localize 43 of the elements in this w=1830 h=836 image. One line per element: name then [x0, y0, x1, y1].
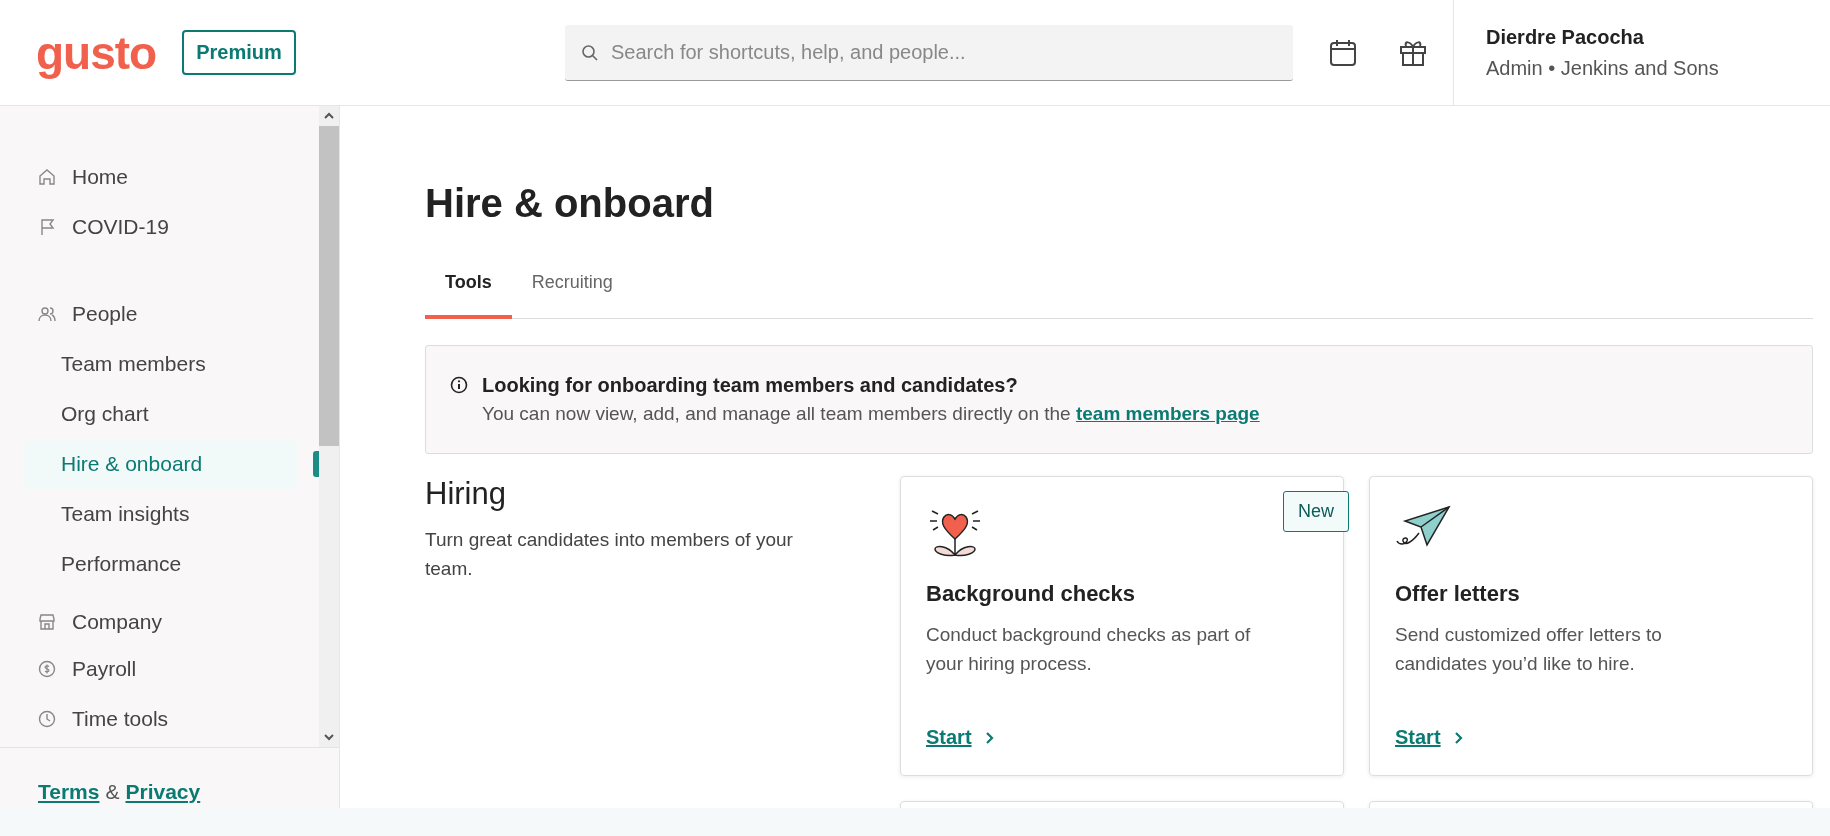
user-company: Admin • Jenkins and Sons: [1486, 56, 1719, 80]
clock-icon: [38, 710, 56, 728]
start-link[interactable]: Start: [1395, 726, 1465, 749]
people-icon: [38, 305, 56, 323]
scrollbar[interactable]: [319, 106, 339, 747]
nav-subitem[interactable]: Performance: [24, 539, 297, 589]
separator-text: &: [105, 780, 120, 804]
card-description: Send customized offer letters to candidates you’d like to hire.: [1395, 623, 1663, 676]
section-title: Hiring: [425, 476, 507, 512]
home-icon: [38, 168, 56, 186]
flag-icon: [38, 218, 56, 236]
privacy-link[interactable]: Privacy: [125, 780, 201, 804]
plan-badge: Premium: [182, 30, 296, 75]
card-title: Background checks: [926, 581, 1137, 607]
nav-item[interactable]: Company: [38, 599, 319, 644]
nav-subitem[interactable]: Team members: [24, 339, 297, 389]
start-link[interactable]: Start: [926, 726, 996, 749]
nav-subitem[interactable]: Team insights: [24, 489, 297, 539]
tab[interactable]: Tools: [425, 266, 512, 319]
tab[interactable]: Recruiting: [511, 266, 633, 319]
nav-item[interactable]: Home: [38, 152, 319, 202]
active-indicator: [313, 451, 319, 477]
card-description: Conduct background checks as part of your hiring process.: [926, 623, 1252, 676]
notice-text: You can now view, add, and manage all team members directly on the team members page: [482, 403, 1260, 425]
notice-title: Looking for onboarding team members and candidates?: [482, 374, 1019, 397]
nav-item[interactable]: Payroll: [38, 644, 319, 694]
terms-link[interactable]: Terms: [38, 780, 100, 804]
nav-item[interactable]: COVID-19: [38, 202, 319, 252]
nav-item[interactable]: People: [38, 289, 319, 339]
nav-subitem[interactable]: Org chart: [24, 389, 297, 439]
team-members-link[interactable]: team members page: [1075, 403, 1260, 424]
page-title: Hire & onboard: [425, 181, 715, 226]
store-icon: [38, 612, 56, 631]
card-title: Offer letters: [1395, 581, 1521, 607]
dollar-icon: [38, 660, 56, 678]
chevron-icon: [983, 730, 996, 745]
chevron-icon: [1452, 730, 1465, 745]
new-badge: New: [1283, 491, 1349, 532]
search-field[interactable]: Search for shortcuts, help, and people...: [565, 24, 1293, 81]
user-name[interactable]: Dierdre Pacocha: [1486, 25, 1719, 49]
info-icon: [450, 376, 468, 394]
nav-item[interactable]: Time tools: [38, 694, 319, 744]
section-description: Turn great candidates into members of your team.: [425, 528, 794, 581]
